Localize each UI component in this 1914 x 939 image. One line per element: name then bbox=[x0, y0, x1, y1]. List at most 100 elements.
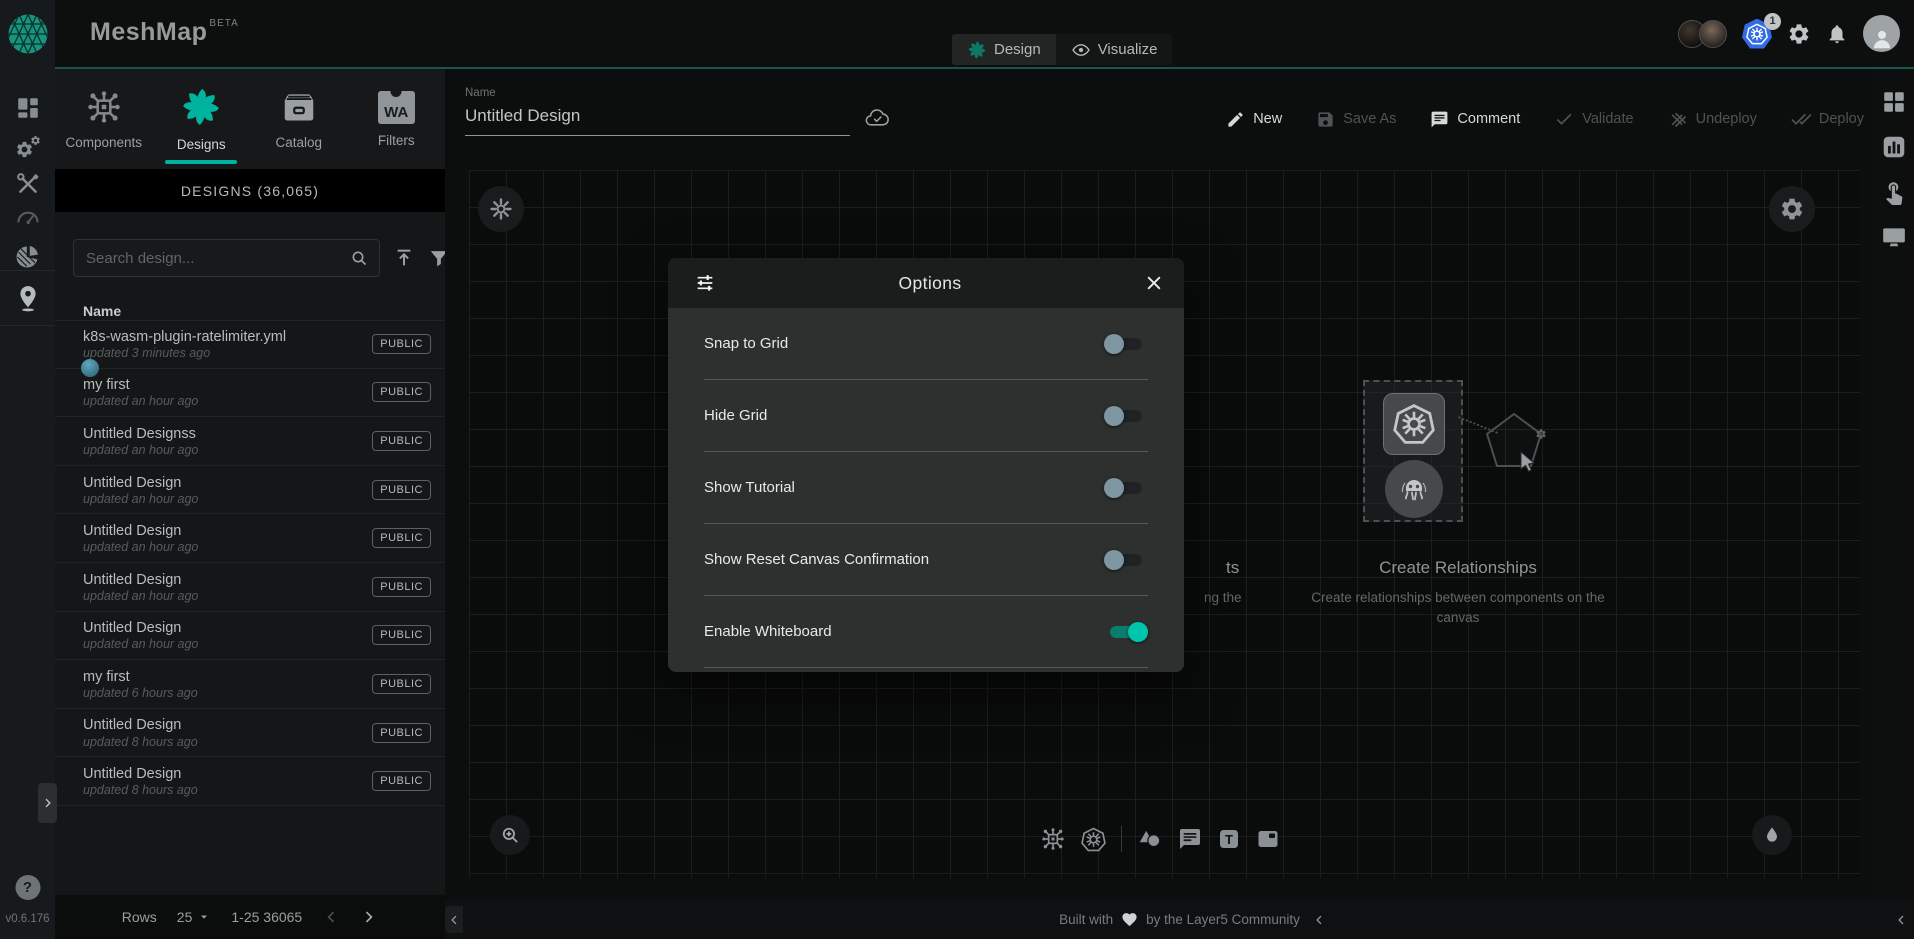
previous-page-button[interactable] bbox=[322, 908, 340, 926]
undeploy-button[interactable]: Undeploy bbox=[1668, 109, 1757, 129]
clipped-hint-heading: ts bbox=[1226, 558, 1239, 578]
hint-title: Create Relationships bbox=[1303, 558, 1613, 578]
zoom-in-button[interactable] bbox=[490, 815, 530, 855]
pentagon-shape bbox=[1477, 406, 1551, 480]
rows-per-page-select[interactable]: 25 bbox=[177, 909, 212, 925]
airbrush-button[interactable] bbox=[1752, 815, 1792, 855]
kubernetes-tool-button[interactable] bbox=[1081, 827, 1106, 852]
sidebar-tab-filters[interactable]: WA Filters bbox=[348, 69, 446, 169]
visibility-badge: PUBLIC bbox=[372, 334, 431, 354]
notifications-button[interactable] bbox=[1826, 23, 1848, 45]
deploy-button[interactable]: Deploy bbox=[1791, 109, 1864, 129]
collaborator-avatars[interactable] bbox=[1678, 20, 1727, 48]
gear-icon bbox=[1779, 196, 1805, 222]
design-row[interactable]: my first updated an hour ago PUBLIC bbox=[55, 369, 445, 418]
tab-label: Components bbox=[65, 135, 142, 150]
design-row[interactable]: my first updated 6 hours ago PUBLIC bbox=[55, 660, 445, 709]
meshery-spiral-icon bbox=[967, 40, 987, 60]
toggle-snap-to-grid[interactable] bbox=[1104, 333, 1148, 355]
design-row[interactable]: Untitled Designss updated an hour ago PU… bbox=[55, 417, 445, 466]
search-icon bbox=[349, 248, 369, 268]
media-tool-button[interactable] bbox=[1256, 827, 1280, 851]
tab-label: Catalog bbox=[275, 135, 322, 150]
app-title: MeshMapBETA bbox=[90, 18, 239, 47]
collaborator-avatar-2[interactable] bbox=[1699, 20, 1727, 48]
canvas-settings-button[interactable] bbox=[1769, 186, 1815, 232]
app-header: MeshMapBETA Design Visualize 1 bbox=[0, 0, 1914, 67]
help-button[interactable]: ? bbox=[15, 875, 40, 900]
design-row[interactable]: k8s-wasm-plugin-ratelimiter.yml updated … bbox=[55, 320, 445, 369]
import-design-button[interactable] bbox=[393, 247, 415, 269]
upload-icon bbox=[393, 247, 415, 269]
design-name-input[interactable] bbox=[465, 106, 850, 136]
dock-analytics-button[interactable] bbox=[1881, 134, 1907, 160]
mode-switch: Design Visualize bbox=[952, 34, 1172, 65]
dock-display-button[interactable] bbox=[1881, 224, 1907, 250]
panel-tabs: Components Designs Catalog WA Filters bbox=[55, 69, 445, 169]
close-options-button[interactable] bbox=[1144, 273, 1164, 293]
rail-item-meshmap[interactable] bbox=[15, 283, 41, 313]
collapse-dock-chevron[interactable] bbox=[1892, 906, 1910, 933]
kubernetes-wheel-icon bbox=[1393, 403, 1435, 445]
toggle-enable-whiteboard[interactable] bbox=[1104, 621, 1148, 643]
footer-suffix: by the Layer5 Community bbox=[1146, 912, 1300, 927]
cluster-wheel-button[interactable] bbox=[478, 186, 524, 232]
visibility-badge: PUBLIC bbox=[372, 480, 431, 500]
rail-item-toolkit[interactable] bbox=[15, 171, 41, 197]
search-design-input[interactable] bbox=[86, 250, 349, 267]
rail-item-dashboard[interactable] bbox=[15, 95, 41, 121]
design-name: Untitled Design bbox=[83, 765, 198, 783]
rail-item-lifecycle[interactable] bbox=[14, 133, 42, 161]
tab-visualize[interactable]: Visualize bbox=[1056, 34, 1173, 65]
wasm-notch bbox=[391, 86, 402, 97]
design-row[interactable]: Untitled Design updated an hour ago PUBL… bbox=[55, 563, 445, 612]
rail-item-performance[interactable] bbox=[14, 203, 42, 231]
expand-right-panel-chevron[interactable] bbox=[1310, 906, 1328, 933]
dock-interact-button[interactable] bbox=[1881, 179, 1907, 205]
new-button[interactable]: New bbox=[1226, 110, 1282, 129]
comment-button[interactable]: Comment bbox=[1430, 110, 1520, 129]
sidebar-tab-catalog[interactable]: Catalog bbox=[250, 69, 348, 169]
sidebar-tab-designs[interactable]: Designs bbox=[153, 69, 251, 169]
rail-item-mesh[interactable] bbox=[14, 243, 42, 271]
next-page-button[interactable] bbox=[360, 908, 378, 926]
visibility-badge: PUBLIC bbox=[372, 625, 431, 645]
app-logo[interactable] bbox=[0, 0, 55, 67]
validate-button[interactable]: Validate bbox=[1554, 109, 1633, 129]
comment-label: Comment bbox=[1457, 111, 1520, 127]
save-as-button[interactable]: Save As bbox=[1316, 110, 1396, 129]
wheel-icon bbox=[489, 197, 513, 221]
tab-design[interactable]: Design bbox=[952, 34, 1056, 65]
toggle-show-reset-canvas-confirmation[interactable] bbox=[1104, 549, 1148, 571]
tab-label: Filters bbox=[378, 133, 415, 148]
toggle-show-tutorial[interactable] bbox=[1104, 477, 1148, 499]
add-component-button[interactable] bbox=[1040, 826, 1066, 852]
designs-panel: Components Designs Catalog WA Filters DE… bbox=[55, 67, 445, 939]
caret-down-icon bbox=[197, 910, 211, 924]
design-row[interactable]: Untitled Design updated an hour ago PUBL… bbox=[55, 466, 445, 515]
design-row[interactable]: Untitled Design updated 8 hours ago PUBL… bbox=[55, 709, 445, 758]
design-name: Untitled Design bbox=[83, 716, 198, 734]
design-row[interactable]: Untitled Design updated an hour ago PUBL… bbox=[55, 514, 445, 563]
design-row[interactable]: Untitled Design updated 8 hours ago PUBL… bbox=[55, 757, 445, 806]
profile-avatar[interactable] bbox=[1863, 15, 1900, 52]
undeploy-icon bbox=[1668, 109, 1688, 129]
kubernetes-context-button[interactable]: 1 bbox=[1742, 19, 1772, 49]
expand-rail-button[interactable] bbox=[38, 783, 57, 823]
app-version: v0.6.176 bbox=[0, 913, 55, 925]
design-name: Untitled Design bbox=[83, 619, 198, 637]
comment-tool-button[interactable] bbox=[1178, 827, 1202, 851]
sidebar-tab-components[interactable]: Components bbox=[55, 69, 153, 169]
settings-button[interactable] bbox=[1787, 22, 1811, 46]
dock-dashboard-button[interactable] bbox=[1881, 89, 1907, 115]
check-icon bbox=[1554, 109, 1574, 129]
design-row[interactable]: Untitled Design updated an hour ago PUBL… bbox=[55, 612, 445, 661]
chevron-right-icon bbox=[41, 796, 55, 810]
design-updated: updated an hour ago bbox=[83, 540, 198, 554]
shapes-tool-button[interactable] bbox=[1137, 826, 1163, 852]
canvas-header: Name New Save As bbox=[445, 69, 1914, 162]
options-modal-header: Options bbox=[668, 258, 1184, 308]
text-tool-button[interactable]: T bbox=[1217, 827, 1241, 851]
toggle-hide-grid[interactable] bbox=[1104, 405, 1148, 427]
designs-count-title: DESIGNS (36,065) bbox=[181, 183, 319, 199]
